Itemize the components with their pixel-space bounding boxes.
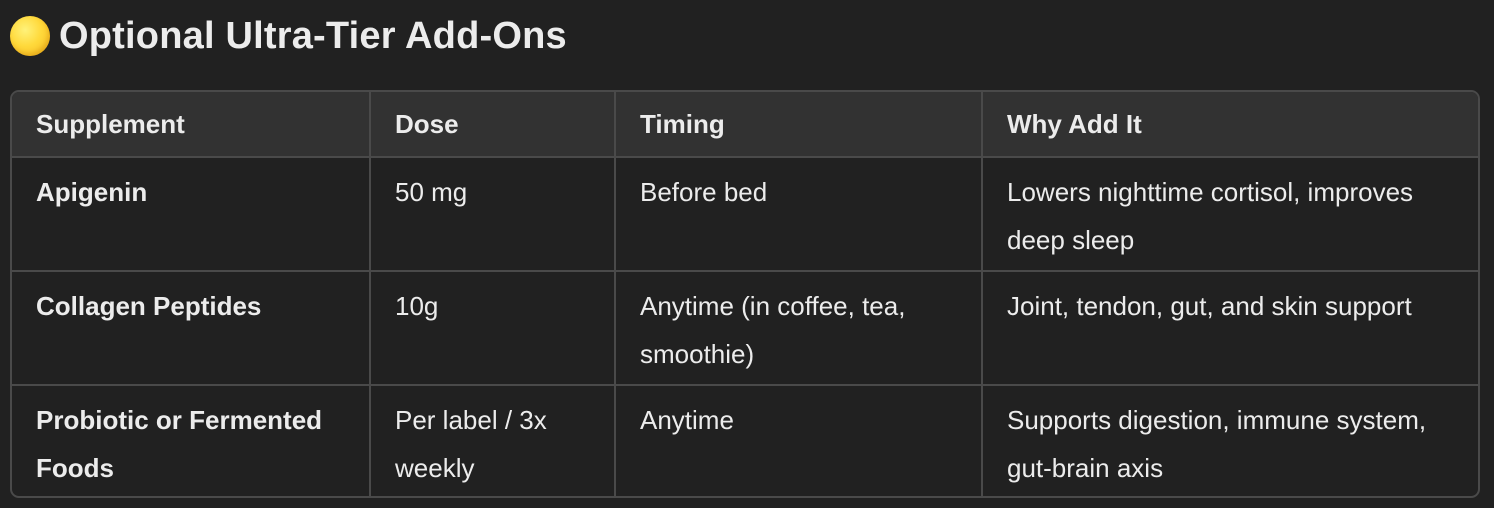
yellow-circle-icon xyxy=(10,16,50,56)
supplement-cell: Probiotic or Fermented Foods xyxy=(12,385,371,496)
reason-cell: Lowers nighttime cortisol, improves deep… xyxy=(982,157,1478,272)
timing-cell: Anytime xyxy=(615,385,983,496)
column-header-dose: Dose xyxy=(370,92,616,158)
supplement-table: Supplement Dose Timing Why Add It Apigen… xyxy=(10,90,1480,498)
table-header-row: Supplement Dose Timing Why Add It xyxy=(12,92,1478,158)
supplement-cell: Apigenin xyxy=(12,157,371,272)
section-heading: Optional Ultra-Tier Add-Ons xyxy=(10,12,567,60)
column-header-supplement: Supplement xyxy=(12,92,371,158)
column-header-timing: Timing xyxy=(615,92,983,158)
supplement-cell: Collagen Peptides xyxy=(12,271,371,386)
section-title: Optional Ultra-Tier Add-Ons xyxy=(59,14,567,57)
dose-cell: Per label / 3x weekly xyxy=(370,385,616,496)
table-row: Apigenin 50 mg Before bed Lowers nightti… xyxy=(12,157,1478,272)
dose-cell: 10g xyxy=(370,271,616,386)
timing-cell: Before bed xyxy=(615,157,983,272)
reason-cell: Joint, tendon, gut, and skin support xyxy=(982,271,1478,386)
column-header-why-add-it: Why Add It xyxy=(982,92,1478,158)
reason-cell: Supports digestion, immune system, gut-b… xyxy=(1007,405,1427,483)
table-row: Probiotic or Fermented Foods Per label /… xyxy=(12,385,1478,496)
timing-cell: Anytime (in coffee, tea, smoothie) xyxy=(615,271,983,386)
table-row: Collagen Peptides 10g Anytime (in coffee… xyxy=(12,271,1478,386)
dose-cell: 50 mg xyxy=(370,157,616,272)
